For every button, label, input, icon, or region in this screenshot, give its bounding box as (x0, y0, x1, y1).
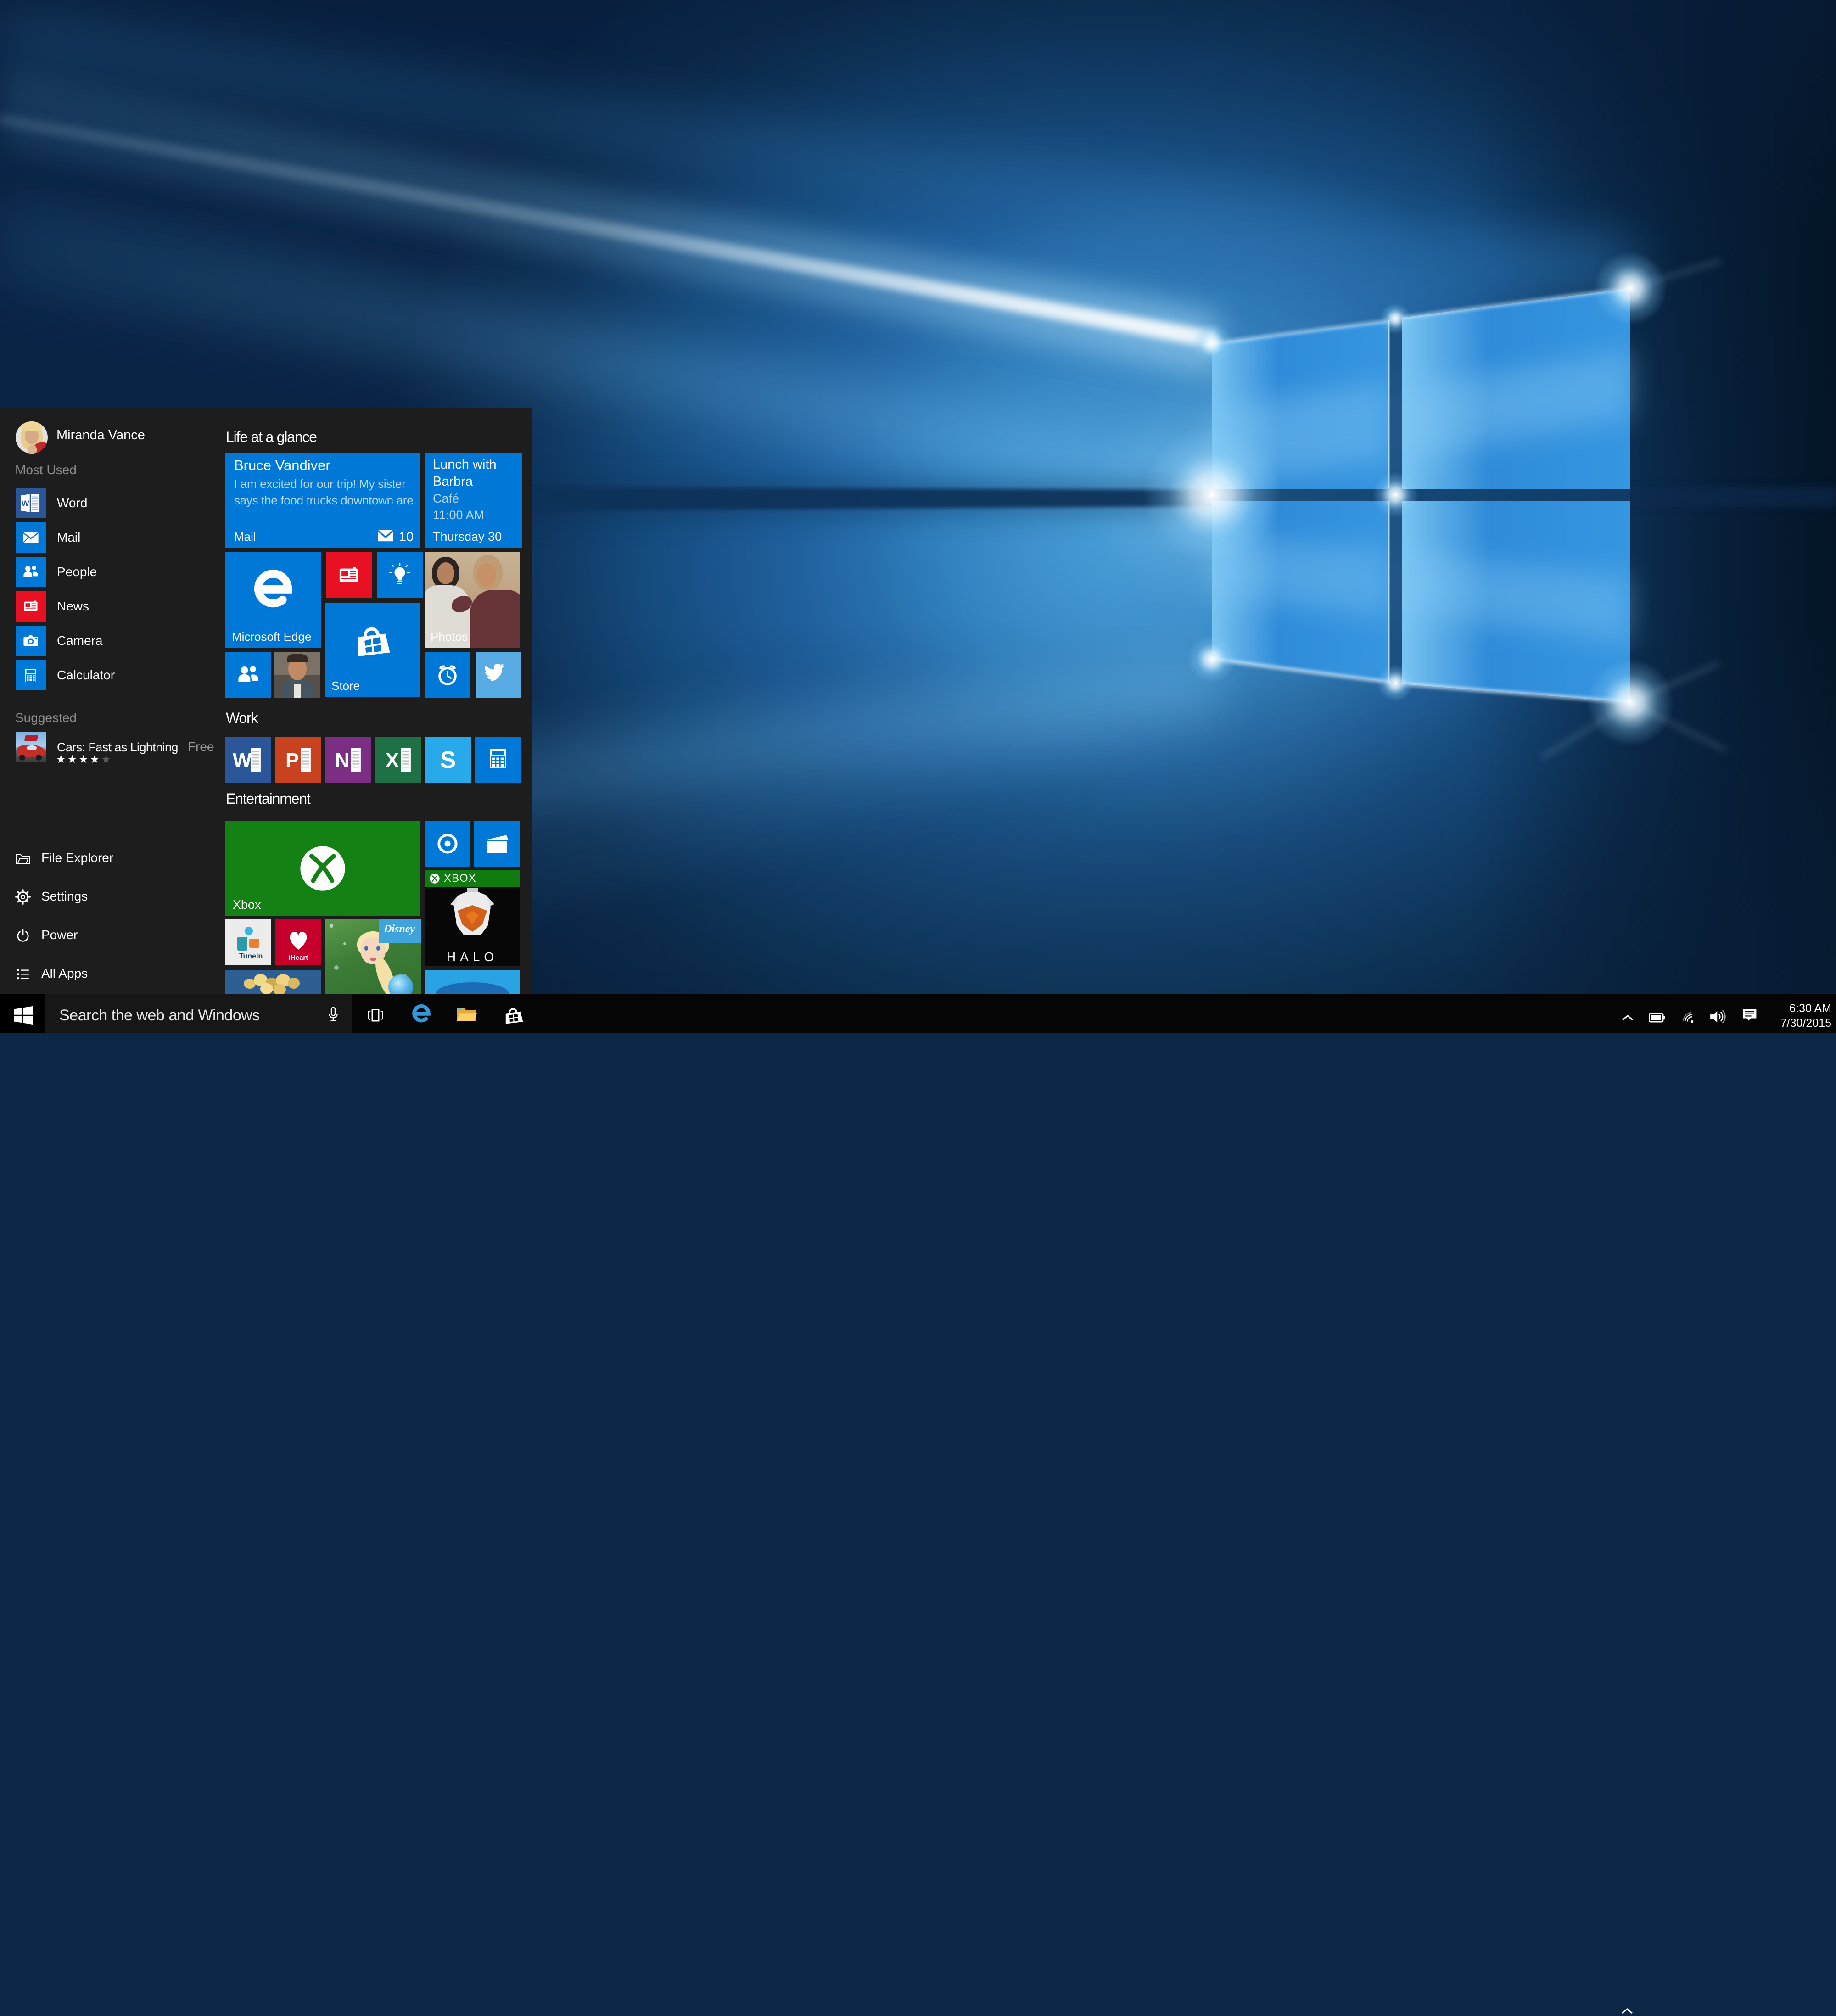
svg-text:W: W (233, 749, 252, 772)
svg-text:iHeart: iHeart (289, 954, 308, 962)
svg-text:X: X (386, 749, 399, 772)
svg-text:S: S (440, 747, 456, 773)
svg-text:N: N (335, 749, 350, 772)
svg-text:HALO: HALO (447, 950, 498, 964)
svg-text:P: P (285, 749, 299, 772)
svg-text:W: W (22, 499, 29, 508)
